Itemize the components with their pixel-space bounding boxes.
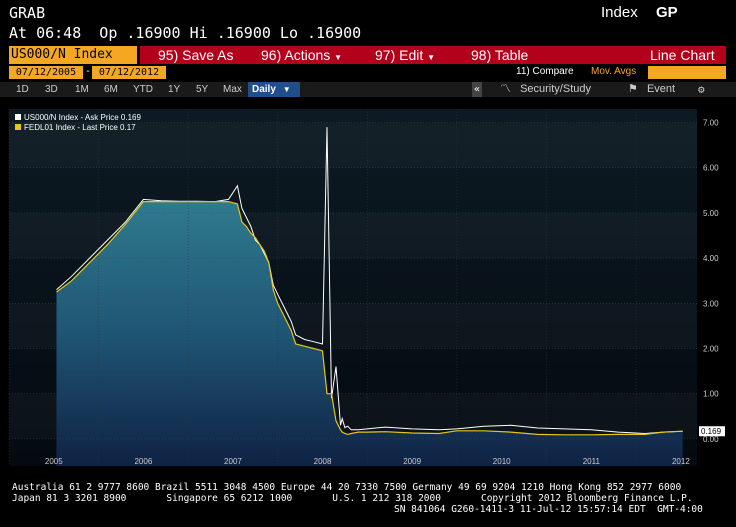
mov-avgs-field[interactable] <box>648 66 726 79</box>
legend-swatch-ask-price <box>15 114 21 120</box>
chart-svg: 7.006.005.004.003.002.001.000.00 2005 200… <box>8 109 725 466</box>
x-tick-label: 2010 <box>493 457 511 466</box>
gear-icon[interactable]: ⚙ <box>698 82 705 97</box>
edit-dropdown-icon: ▼ <box>427 53 436 62</box>
end-date-field[interactable]: 07/12/2012 <box>92 66 166 79</box>
y-tick-label: 7.00 <box>703 119 719 128</box>
save-as-label: 95) Save As <box>158 47 234 63</box>
y-tick-label: 6.00 <box>703 164 719 173</box>
period-5y[interactable]: 5Y <box>194 82 210 97</box>
footer-line-1: Australia 61 2 9777 8600 Brazil 5511 304… <box>12 482 682 493</box>
last-value-label-group: 0.169 <box>699 426 725 437</box>
period-ytd[interactable]: YTD <box>131 82 155 97</box>
period-1d[interactable]: 1D <box>14 82 31 97</box>
x-tick-label: 2009 <box>403 457 421 466</box>
legend-item-ask-price: US000/N Index - Ask Price 0.169 <box>15 113 141 123</box>
date-dash: - <box>85 66 92 77</box>
flag-icon: ⚑ <box>628 83 638 95</box>
legend-label-fedl01: FEDL01 Index - Last Price 0.17 <box>24 123 136 132</box>
actions-label: 96) Actions <box>261 47 331 63</box>
frequency-label: Daily <box>252 84 276 95</box>
toolbar: US000/N Index 95) Save As 96) Actions ▼ … <box>0 46 736 64</box>
y-tick-label: 2.00 <box>703 345 719 354</box>
line-chart-button[interactable]: Line Chart <box>650 46 715 64</box>
period-bar: 1D 3D 1M 6M YTD 1Y 5Y Max Daily ▼ « 〽 Se… <box>0 82 736 97</box>
actions-dropdown-icon: ▼ <box>334 53 343 62</box>
period-max[interactable]: Max <box>221 82 244 97</box>
function-code: GRAB <box>9 4 46 22</box>
legend-swatch-fedl01 <box>15 124 21 130</box>
period-3d[interactable]: 3D <box>43 82 60 97</box>
table-label: 98) Table <box>471 47 529 63</box>
mov-avgs-button[interactable]: Mov. Avgs <box>591 66 636 77</box>
event-label: Event <box>646 83 676 95</box>
price-chart[interactable]: 7.00 6.00 5.00 4.00 3.00 2.00 1.00 0.00 2005 200… <box>8 109 725 466</box>
x-tick-label: 2006 <box>134 457 152 466</box>
y-tick-label: 3.00 <box>703 299 719 308</box>
period-6m[interactable]: 6M <box>102 82 120 97</box>
security-study-button[interactable]: 〽 Security/Study <box>500 82 591 97</box>
security-study-label: Security/Study <box>520 83 591 95</box>
y-tick-label: 4.00 <box>703 254 719 263</box>
x-tick-label: 2008 <box>314 457 332 466</box>
security-field[interactable]: US000/N Index <box>9 46 137 64</box>
event-button[interactable]: ⚑ Event <box>628 82 675 97</box>
legend: US000/N Index - Ask Price 0.169 FEDL01 I… <box>15 113 141 133</box>
period-1m[interactable]: 1M <box>73 82 91 97</box>
quote-line: At 06:48 Op .16900 Hi .16900 Lo .16900 <box>9 24 362 42</box>
x-tick-label: 2011 <box>583 457 601 466</box>
legend-item-fedl01: FEDL01 Index - Last Price 0.17 <box>15 123 141 133</box>
y-tick-label: 5.00 <box>703 209 719 218</box>
frequency-dropdown-icon: ▼ <box>282 85 291 94</box>
footer-line-2: Japan 81 3 3201 8900 Singapore 65 6212 1… <box>12 493 693 504</box>
table-button[interactable]: 98) Table <box>471 46 528 64</box>
gp-label: GP <box>656 4 678 21</box>
collapse-toggle[interactable]: « <box>472 82 483 97</box>
index-label: Index <box>601 4 638 21</box>
save-as-button[interactable]: 95) Save As <box>158 46 234 64</box>
compare-button[interactable]: 11) Compare <box>516 66 574 77</box>
x-tick-label: 2012 <box>672 457 690 466</box>
end-date-text: 07/12/2012 <box>98 67 160 78</box>
footer-line-3: SN 841064 G260-1411-3 11-Jul-12 15:57:14… <box>394 504 703 515</box>
edit-button[interactable]: 97) Edit ▼ <box>375 46 435 64</box>
last-value-label: 0.169 <box>701 427 722 436</box>
line-chart-icon: 〽 <box>500 83 511 95</box>
actions-button[interactable]: 96) Actions ▼ <box>261 46 342 64</box>
start-date-field[interactable]: 07/12/2005 <box>9 66 83 79</box>
security-field-text: US000/N Index <box>11 47 113 62</box>
start-date-text: 07/12/2005 <box>15 67 77 78</box>
edit-label: 97) Edit <box>375 47 424 63</box>
period-1y[interactable]: 1Y <box>166 82 182 97</box>
line-chart-label: Line Chart <box>650 47 715 63</box>
y-tick-label: 1.00 <box>703 390 719 399</box>
y-axis-ticks: 7.006.005.004.003.002.001.000.00 <box>703 119 719 444</box>
frequency-select[interactable]: Daily ▼ <box>248 82 300 97</box>
x-tick-label: 2005 <box>45 457 63 466</box>
legend-label-ask-price: US000/N Index - Ask Price 0.169 <box>24 113 141 122</box>
x-tick-label: 2007 <box>224 457 242 466</box>
